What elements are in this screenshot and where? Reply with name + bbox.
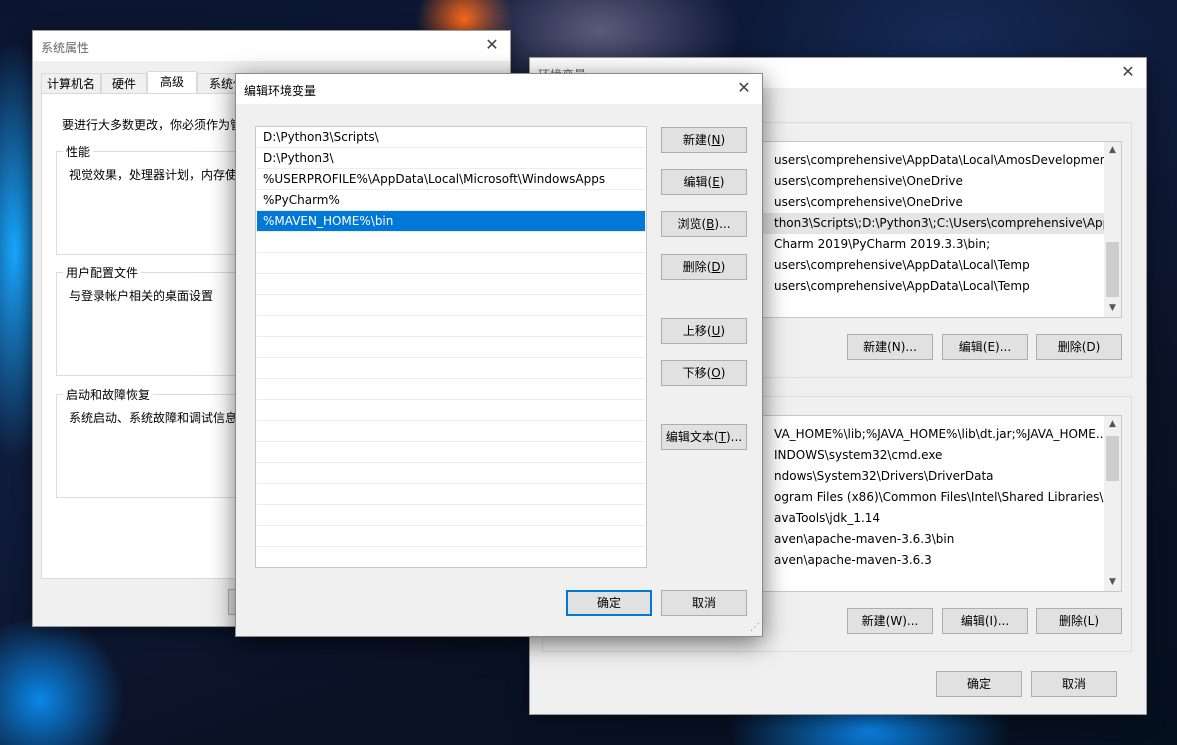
startup-recovery-group-text: 系统启动、系统故障和调试信息: [69, 411, 238, 425]
path-empty-row[interactable]: [257, 274, 645, 295]
path-entry-row[interactable]: %MAVEN_HOME%\bin: [257, 211, 645, 232]
path-edit-text-button[interactable]: 编辑文本(T)...: [661, 424, 747, 450]
path-empty-row[interactable]: [257, 232, 645, 253]
path-edit-accel: E: [712, 175, 720, 189]
path-delete-label: 删除: [682, 260, 707, 274]
user-new-button[interactable]: 新建(N)...: [847, 334, 933, 360]
path-empty-row[interactable]: [257, 484, 645, 505]
system-properties-title: 系统属性: [41, 41, 90, 55]
path-down-accel: O: [711, 366, 721, 380]
edit-env-ok-button[interactable]: 确定: [566, 590, 652, 616]
tab-computer-name[interactable]: 计算机名: [41, 73, 101, 93]
system-new-button[interactable]: 新建(W)...: [847, 608, 933, 634]
edit-env-cancel-button[interactable]: 取消: [661, 590, 747, 616]
path-empty-row[interactable]: [257, 358, 645, 379]
scroll-down-icon[interactable]: ▼: [1104, 300, 1121, 317]
scroll-thumb[interactable]: [1106, 242, 1119, 297]
resize-grip-icon[interactable]: ⋰: [748, 622, 760, 634]
path-empty-row[interactable]: [257, 505, 645, 526]
path-entries-list[interactable]: D:\Python3\Scripts\ D:\Python3\ %USERPROFI…: [255, 126, 647, 568]
user-profiles-group-title: 用户配置文件: [63, 264, 142, 281]
path-empty-row[interactable]: [257, 253, 645, 274]
path-empty-row[interactable]: [257, 337, 645, 358]
system-variables-scrollbar[interactable]: ▲ ▼: [1104, 416, 1121, 591]
path-move-down-button[interactable]: 下移(O): [661, 360, 747, 386]
path-edittext-accel: T: [718, 430, 726, 444]
path-entry-row[interactable]: D:\Python3\: [257, 148, 645, 169]
close-icon[interactable]: ✕: [482, 35, 502, 55]
path-edit-button[interactable]: 编辑(E): [661, 169, 747, 195]
admin-notice: 要进行大多数更改，你必须作为管: [62, 118, 243, 132]
edit-environment-variable-dialog: 编辑环境变量 ✕ D:\Python3\Scripts\ D:\Python3\%…: [235, 73, 763, 637]
edit-env-title: 编辑环境变量: [244, 84, 317, 98]
path-browse-accel: B: [706, 217, 715, 231]
user-delete-button[interactable]: 删除(D): [1036, 334, 1122, 360]
system-delete-button[interactable]: 删除(L): [1036, 608, 1122, 634]
edit-env-titlebar[interactable]: 编辑环境变量 ✕: [236, 74, 762, 104]
close-icon[interactable]: ✕: [1118, 62, 1138, 82]
path-empty-row[interactable]: [257, 400, 645, 421]
performance-group-title: 性能: [63, 143, 94, 160]
tab-hardware[interactable]: 硬件: [101, 73, 147, 93]
path-entry-row[interactable]: %PyCharm%: [257, 190, 645, 211]
close-icon[interactable]: ✕: [734, 78, 754, 98]
startup-recovery-group-title: 启动和故障恢复: [63, 386, 154, 403]
path-up-accel: U: [711, 324, 721, 338]
envvars-ok-button[interactable]: 确定: [936, 671, 1022, 697]
path-empty-row[interactable]: [257, 526, 645, 547]
path-down-label: 下移: [682, 366, 707, 380]
scroll-up-icon[interactable]: ▲: [1104, 416, 1121, 433]
user-variables-scrollbar[interactable]: ▲ ▼: [1104, 142, 1121, 317]
path-empty-row[interactable]: [257, 379, 645, 400]
path-empty-row[interactable]: [257, 295, 645, 316]
path-new-button[interactable]: 新建(N): [661, 127, 747, 153]
performance-group-text: 视觉效果，处理器计划，内存使: [69, 168, 238, 182]
path-move-up-button[interactable]: 上移(U): [661, 318, 747, 344]
path-browse-ellipsis: ...: [719, 217, 731, 231]
scroll-thumb[interactable]: [1106, 436, 1119, 481]
path-new-accel: N: [711, 133, 721, 147]
user-edit-button[interactable]: 编辑(E)...: [942, 334, 1028, 360]
path-entry-row[interactable]: %USERPROFILE%\AppData\Local\Microsoft\Wi…: [257, 169, 645, 190]
scroll-down-icon[interactable]: ▼: [1104, 574, 1121, 591]
scroll-up-icon[interactable]: ▲: [1104, 142, 1121, 159]
path-empty-row[interactable]: [257, 442, 645, 463]
system-properties-titlebar[interactable]: 系统属性 ✕: [33, 31, 510, 61]
envvars-cancel-button[interactable]: 取消: [1031, 671, 1117, 697]
path-browse-button[interactable]: 浏览(B)...: [661, 211, 747, 237]
path-empty-row[interactable]: [257, 463, 645, 484]
path-up-label: 上移: [682, 324, 707, 338]
path-edittext-ellipsis: ...: [730, 430, 743, 444]
tab-advanced[interactable]: 高级: [147, 71, 197, 94]
path-delete-accel: D: [711, 260, 721, 274]
path-empty-row[interactable]: [257, 547, 645, 567]
user-profiles-group-text: 与登录帐户相关的桌面设置: [69, 289, 214, 303]
path-entry-row[interactable]: D:\Python3\Scripts\: [257, 127, 645, 148]
path-browse-label: 浏览: [677, 217, 702, 231]
path-edit-label: 编辑: [683, 175, 708, 189]
path-empty-row[interactable]: [257, 316, 645, 337]
path-edittext-label: 编辑文本: [665, 430, 714, 444]
system-edit-button[interactable]: 编辑(I)...: [942, 608, 1028, 634]
path-empty-row[interactable]: [257, 421, 645, 442]
path-new-label: 新建: [682, 133, 707, 147]
path-delete-button[interactable]: 删除(D): [661, 254, 747, 280]
